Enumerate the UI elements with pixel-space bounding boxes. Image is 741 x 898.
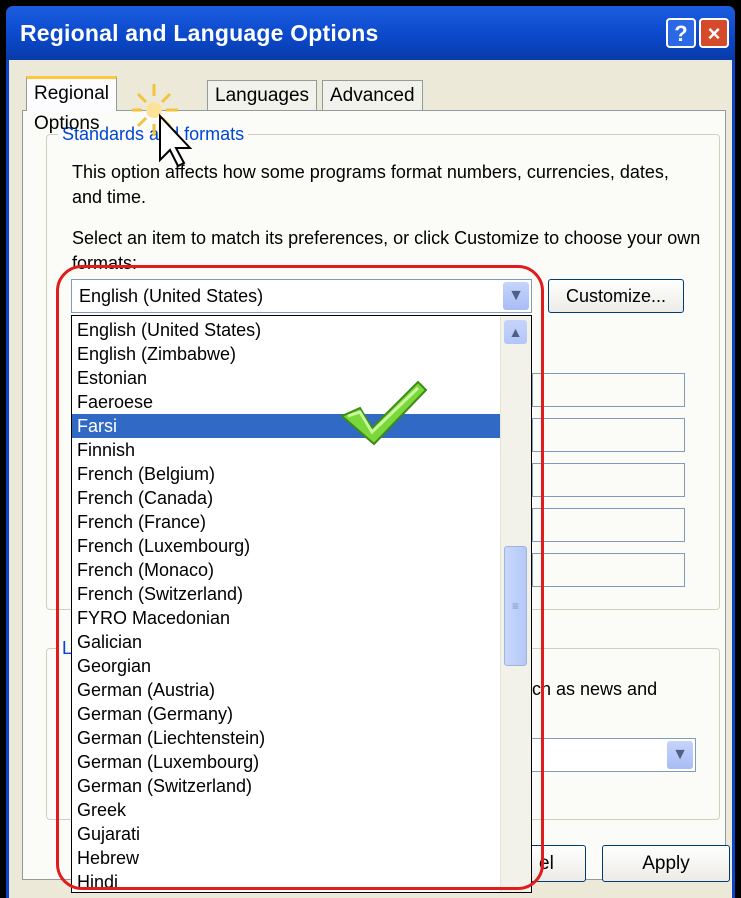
format-list-item[interactable]: German (Luxembourg): [72, 750, 502, 774]
format-list-item[interactable]: French (Monaco): [72, 558, 502, 582]
tab-advanced[interactable]: Advanced: [322, 80, 423, 110]
format-list-item[interactable]: Faeroese: [72, 390, 502, 414]
tab-regional-options[interactable]: Regional Options: [26, 76, 117, 134]
standards-instruction: Select an item to match its preferences,…: [72, 228, 701, 273]
format-list-item[interactable]: FYRO Macedonian: [72, 606, 502, 630]
format-list-item[interactable]: Farsi: [72, 414, 502, 438]
format-list-item[interactable]: English (United States): [72, 318, 502, 342]
format-list-item[interactable]: English (Zimbabwe): [72, 342, 502, 366]
format-dropdown-list[interactable]: English (United States) English (Zimbabwe…: [71, 315, 532, 893]
close-button[interactable]: ×: [699, 18, 729, 48]
tab-languages[interactable]: Languages: [207, 80, 318, 110]
scroll-thumb[interactable]: ≡: [504, 546, 527, 666]
customize-button[interactable]: Customize...: [548, 279, 684, 313]
checkmark-icon: [340, 380, 428, 446]
location-dropdown[interactable]: ▼: [520, 738, 696, 772]
format-dropdown-value: English (United States): [79, 286, 264, 306]
cursor-click-icon: [132, 84, 193, 168]
format-list-item[interactable]: Galician: [72, 630, 502, 654]
list-scrollbar[interactable]: ▲ ≡: [500, 316, 531, 892]
format-list-item[interactable]: French (France): [72, 510, 502, 534]
format-list-item[interactable]: Hebrew: [72, 846, 502, 870]
format-list-item[interactable]: German (Austria): [72, 678, 502, 702]
format-list-item[interactable]: German (Switzerland): [72, 774, 502, 798]
sample-field: [532, 553, 685, 587]
format-list-item[interactable]: French (Luxembourg): [72, 534, 502, 558]
apply-button[interactable]: Apply: [602, 845, 730, 882]
chevron-down-icon[interactable]: ▼: [503, 282, 529, 310]
format-list-item[interactable]: German (Liechtenstein): [72, 726, 502, 750]
chevron-down-icon[interactable]: ▼: [667, 741, 693, 769]
scroll-up-icon[interactable]: ▲: [504, 320, 527, 344]
title-bar: Regional and Language Options ? ×: [6, 6, 735, 60]
location-description: uch as news and: [522, 679, 658, 699]
format-list-item[interactable]: French (Switzerland): [72, 582, 502, 606]
format-list-item[interactable]: Estonian: [72, 366, 502, 390]
format-list-item[interactable]: Finnish: [72, 438, 502, 462]
format-dropdown[interactable]: English (United States) ▼: [71, 279, 532, 313]
window-title: Regional and Language Options: [20, 20, 379, 46]
sample-field: [532, 463, 685, 497]
format-list-item[interactable]: French (Canada): [72, 486, 502, 510]
format-list-items: English (United States) English (Zimbabwe…: [72, 318, 502, 892]
format-list-item[interactable]: Georgian: [72, 654, 502, 678]
format-list-item[interactable]: Gujarati: [72, 822, 502, 846]
format-list-item[interactable]: Greek: [72, 798, 502, 822]
help-button[interactable]: ?: [666, 18, 696, 48]
sample-field: [532, 373, 685, 407]
sample-field: [532, 508, 685, 542]
format-list-item[interactable]: Hindi: [72, 870, 502, 892]
format-list-item[interactable]: German (Germany): [72, 702, 502, 726]
format-list-item[interactable]: French (Belgium): [72, 462, 502, 486]
sample-field: [532, 418, 685, 452]
